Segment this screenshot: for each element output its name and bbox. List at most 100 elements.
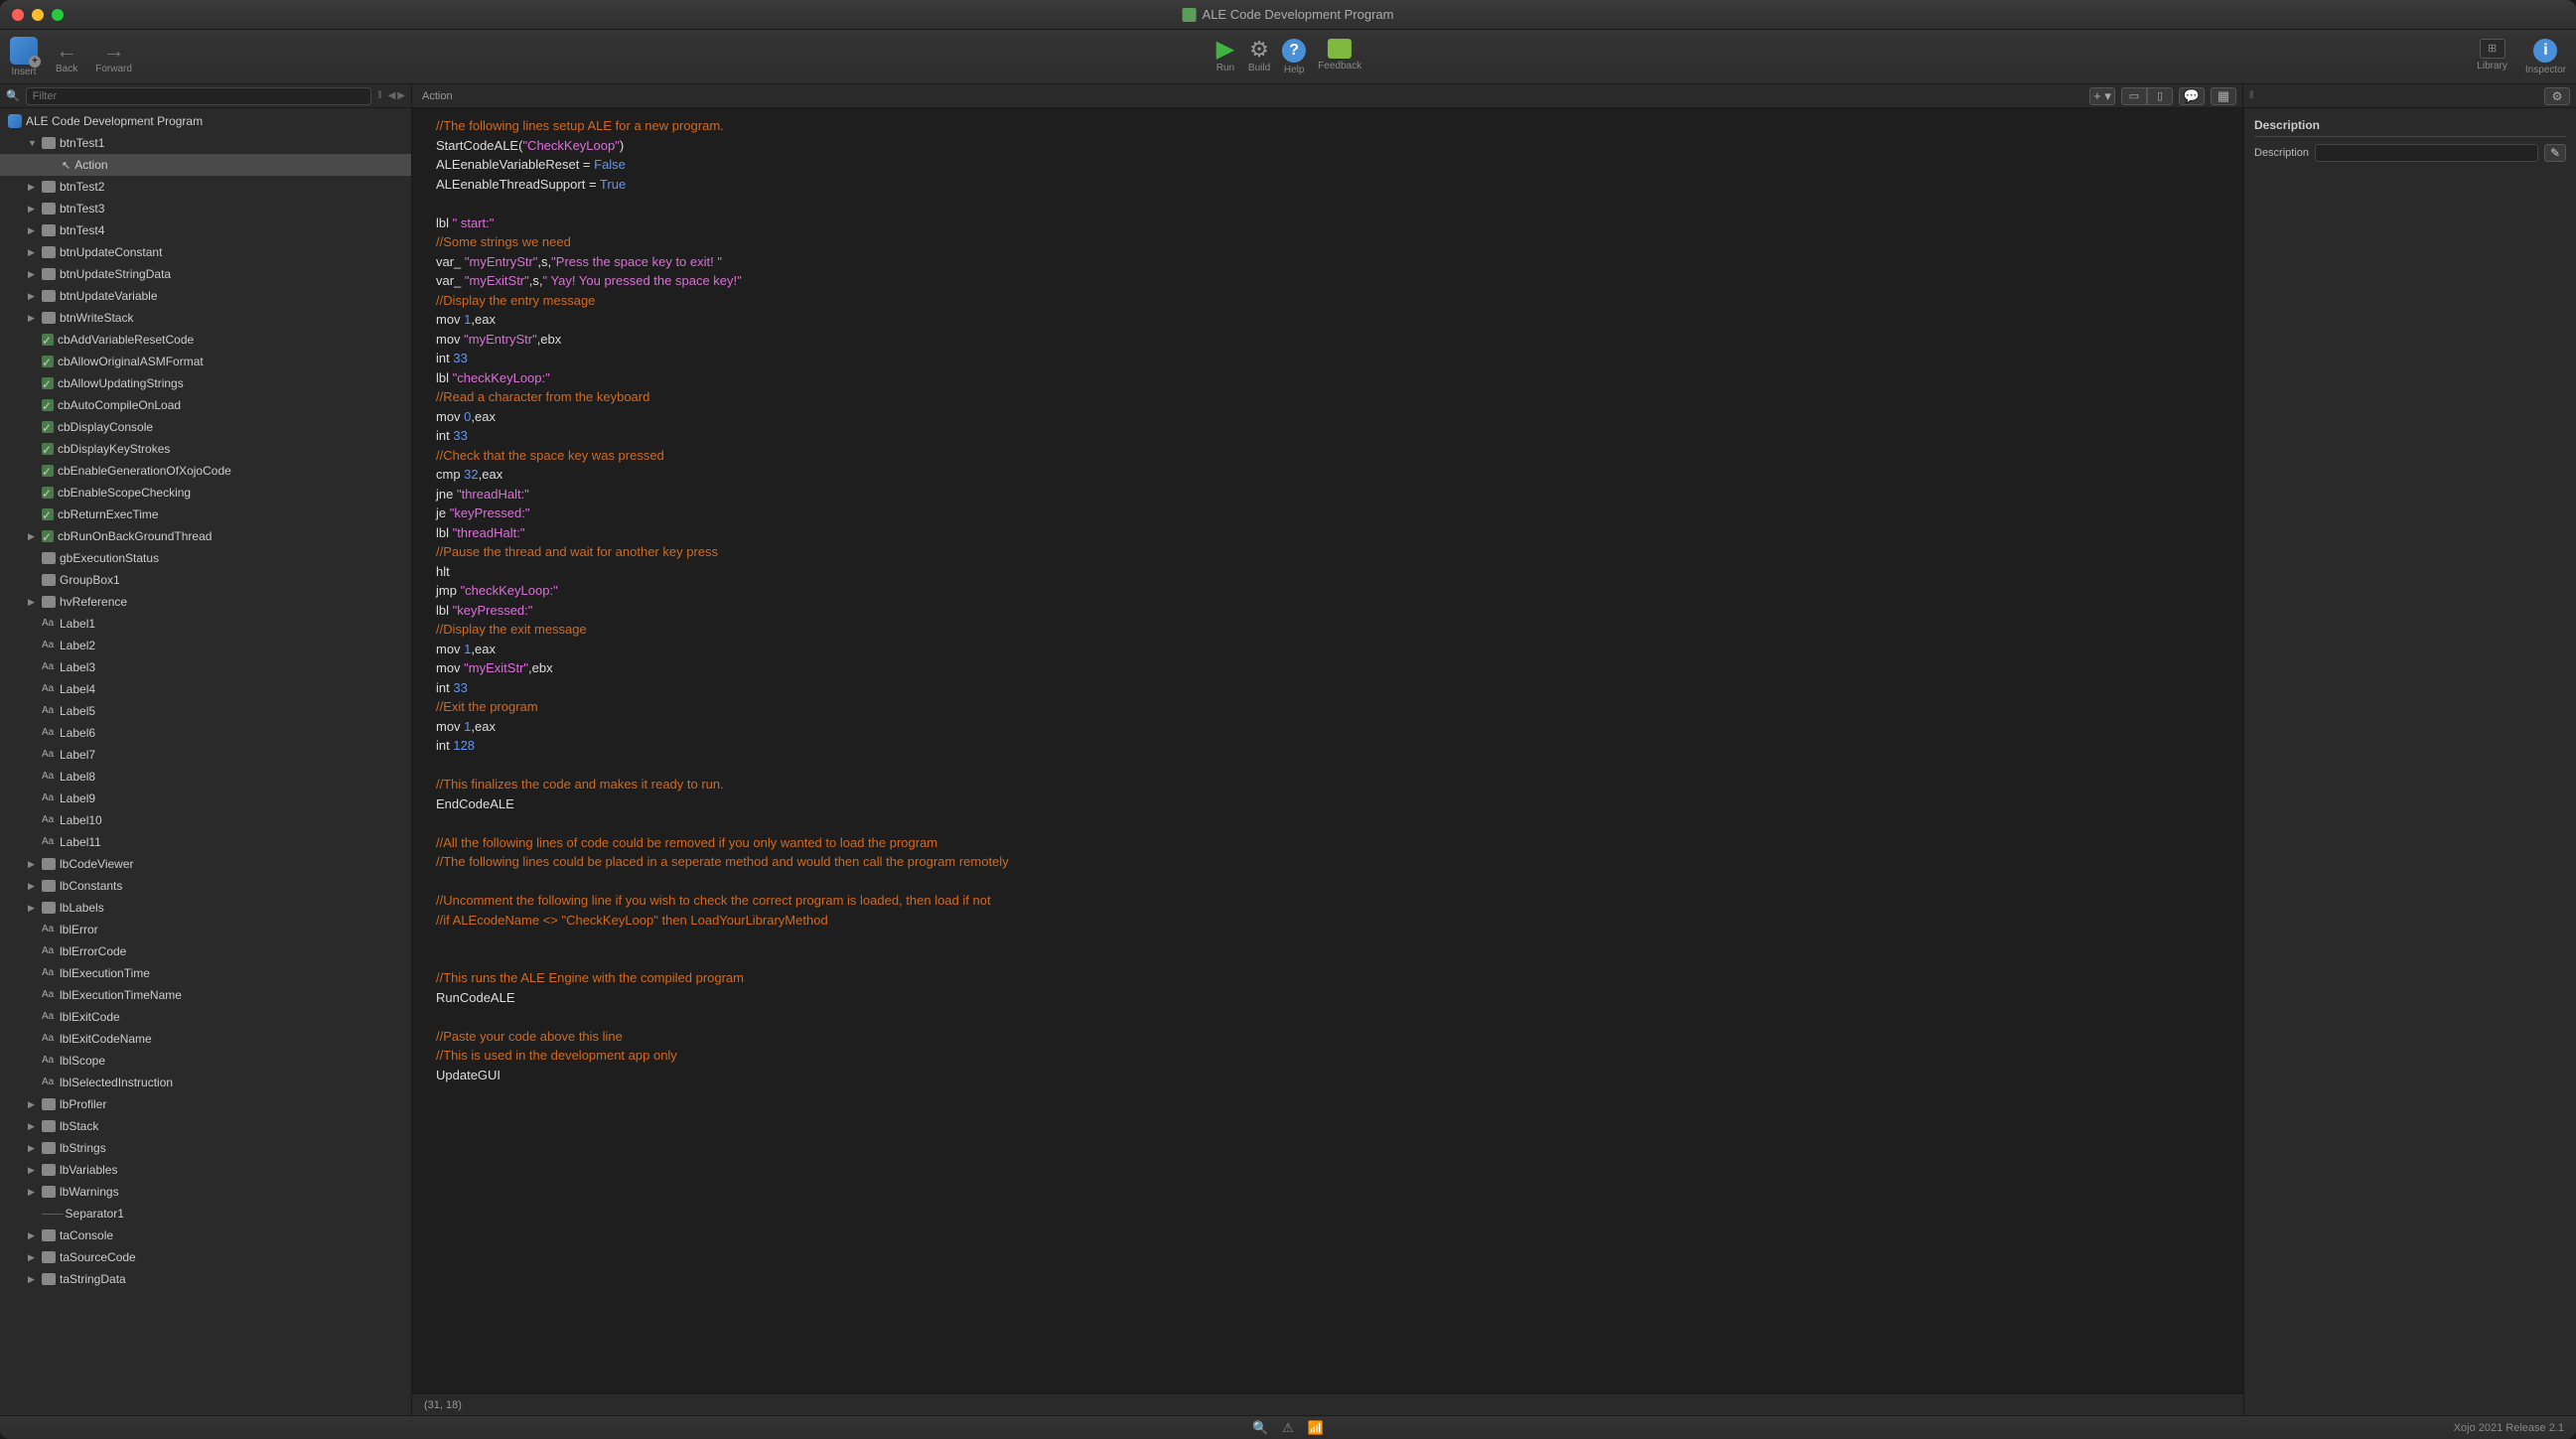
code-line: lbl "checkKeyLoop:" [436, 368, 2219, 388]
description-input[interactable] [2315, 144, 2538, 162]
tree-item[interactable]: ▶taConsole [0, 1224, 411, 1246]
settings-button[interactable]: ⚙ [2544, 87, 2570, 105]
tree-item[interactable]: ✓cbDisplayKeyStrokes [0, 438, 411, 460]
tree-item[interactable]: ✓cbAutoCompileOnLoad [0, 394, 411, 416]
tree-item[interactable]: AaLabel6 [0, 722, 411, 744]
minimize-window-button[interactable] [32, 9, 44, 21]
tree-item[interactable]: ▶lbProfiler [0, 1093, 411, 1115]
tree-item[interactable]: ▶lbCodeViewer [0, 853, 411, 875]
tree-item[interactable]: ▶✓cbRunOnBackGroundThread [0, 525, 411, 547]
tree-item[interactable]: ✓cbDisplayConsole [0, 416, 411, 438]
tree-item[interactable]: ▶lbVariables [0, 1159, 411, 1181]
view-mode-2[interactable]: ▯ [2147, 87, 2173, 105]
tree-item[interactable]: AaLabel4 [0, 678, 411, 700]
code-line: mov 1,eax [436, 640, 2219, 659]
tree-item[interactable]: ✓cbAllowUpdatingStrings [0, 372, 411, 394]
edit-description-button[interactable]: ✎ [2544, 144, 2566, 162]
tree-item[interactable]: ▶btnUpdateConstant [0, 241, 411, 263]
run-button[interactable]: ▶ Run [1215, 39, 1236, 75]
code-line: lbl "keyPressed:" [436, 601, 2219, 621]
project-navigator[interactable]: ALE Code Development Program▼btnTest1 Ac… [0, 108, 412, 1415]
inspector-icon: i [2533, 39, 2557, 63]
tree-item[interactable]: ✓cbAddVariableResetCode [0, 329, 411, 351]
tree-item[interactable]: ▶btnWriteStack [0, 307, 411, 329]
code-line: var_ "myExitStr",s," Yay! You pressed th… [436, 271, 2219, 291]
tree-item[interactable]: ▶hvReference [0, 591, 411, 613]
close-window-button[interactable] [12, 9, 24, 21]
code-line: int 33 [436, 678, 2219, 698]
tree-item[interactable]: ▶lbConstants [0, 875, 411, 897]
library-button[interactable]: ⊞ Library [2477, 39, 2507, 75]
tree-item[interactable]: ▶btnTest3 [0, 198, 411, 219]
insert-button[interactable]: Insert [10, 37, 38, 77]
back-button[interactable]: ← Back [56, 40, 77, 74]
tree-item[interactable]: AaLabel8 [0, 766, 411, 788]
tree-item[interactable]: AalblExecutionTimeName [0, 984, 411, 1006]
breadcrumb[interactable]: Action [422, 90, 453, 102]
code-line: //Exit the program [436, 697, 2219, 717]
tree-item[interactable]: AalblScope [0, 1050, 411, 1072]
comment-button[interactable]: 💬 [2179, 87, 2205, 105]
tree-item[interactable]: ▶taStringData [0, 1268, 411, 1290]
code-line: mov 1,eax [436, 717, 2219, 737]
code-editor[interactable]: //The following lines setup ALE for a ne… [412, 108, 2243, 1393]
warnings-icon[interactable]: ⚠ [1282, 1420, 1294, 1436]
tree-item[interactable]: AaLabel10 [0, 809, 411, 831]
filter-toggle-icon[interactable]: ⦀ [377, 90, 381, 101]
tree-item[interactable]: ✓cbAllowOriginalASMFormat [0, 351, 411, 372]
pencil-icon: ✎ [2550, 146, 2560, 160]
tree-item[interactable]: ───Separator1 [0, 1203, 411, 1224]
code-line: //The following lines could be placed in… [436, 852, 2219, 872]
gear-icon: ⚙ [2552, 89, 2563, 103]
tree-item[interactable]: AaLabel1 [0, 613, 411, 635]
forward-button[interactable]: → Forward [95, 40, 132, 74]
layout-button[interactable]: ▦ [2211, 87, 2236, 105]
nav-back-icon[interactable]: ◀ [388, 90, 396, 101]
tree-item[interactable]: ▶btnTest2 [0, 176, 411, 198]
panel-toggle-icon[interactable]: ⦀ [2249, 90, 2253, 101]
tree-item[interactable]: AaLabel11 [0, 831, 411, 853]
maximize-window-button[interactable] [52, 9, 64, 21]
tree-item[interactable]: Action [0, 154, 411, 176]
tree-item[interactable]: ▶lbStack [0, 1115, 411, 1137]
tree-item[interactable]: AalblErrorCode [0, 940, 411, 962]
tree-item[interactable]: ▼btnTest1 [0, 132, 411, 154]
search-icon[interactable]: 🔍 [1252, 1420, 1268, 1436]
tree-item[interactable]: ▶btnUpdateVariable [0, 285, 411, 307]
tree-item[interactable]: ▶lbLabels [0, 897, 411, 919]
feedback-button[interactable]: Feedback [1318, 39, 1361, 75]
tree-item[interactable]: AaLabel5 [0, 700, 411, 722]
tree-item[interactable]: ▶btnUpdateStringData [0, 263, 411, 285]
filter-input[interactable] [26, 87, 371, 105]
tree-item[interactable]: AalblExitCode [0, 1006, 411, 1028]
tree-item[interactable]: AalblExecutionTime [0, 962, 411, 984]
tree-item[interactable]: ✓cbEnableScopeChecking [0, 482, 411, 504]
add-button[interactable]: + ▾ [2089, 87, 2115, 105]
tree-item[interactable]: gbExecutionStatus [0, 547, 411, 569]
tree-item[interactable]: AalblSelectedInstruction [0, 1072, 411, 1093]
tree-item[interactable]: ▶taSourceCode [0, 1246, 411, 1268]
tree-item[interactable]: AaLabel7 [0, 744, 411, 766]
help-button[interactable]: ? Help [1282, 39, 1306, 75]
inspector-button[interactable]: i Inspector [2525, 39, 2566, 75]
tree-item[interactable]: AaLabel2 [0, 635, 411, 656]
tree-item[interactable]: ▶lbWarnings [0, 1181, 411, 1203]
build-button[interactable]: ⚙ Build [1248, 39, 1270, 75]
app-icon [1183, 8, 1197, 22]
nav-forward-icon[interactable]: ▶ [397, 90, 405, 101]
rss-icon[interactable]: 📶 [1308, 1420, 1324, 1436]
tree-item[interactable]: AalblError [0, 919, 411, 940]
tree-item[interactable]: ✓cbEnableGenerationOfXojoCode [0, 460, 411, 482]
tree-item[interactable]: AaLabel3 [0, 656, 411, 678]
code-line: //This is used in the development app on… [436, 1046, 2219, 1066]
tree-item[interactable]: ▶lbStrings [0, 1137, 411, 1159]
tree-item[interactable]: AalblExitCodeName [0, 1028, 411, 1050]
view-mode-1[interactable]: ▭ [2121, 87, 2147, 105]
tree-item[interactable]: AaLabel9 [0, 788, 411, 809]
tree-item[interactable]: GroupBox1 [0, 569, 411, 591]
tree-item[interactable]: ▶btnTest4 [0, 219, 411, 241]
code-line: lbl " start:" [436, 214, 2219, 233]
cursor-position: (31, 18) [424, 1399, 462, 1411]
project-root[interactable]: ALE Code Development Program [0, 110, 411, 132]
tree-item[interactable]: ✓cbReturnExecTime [0, 504, 411, 525]
